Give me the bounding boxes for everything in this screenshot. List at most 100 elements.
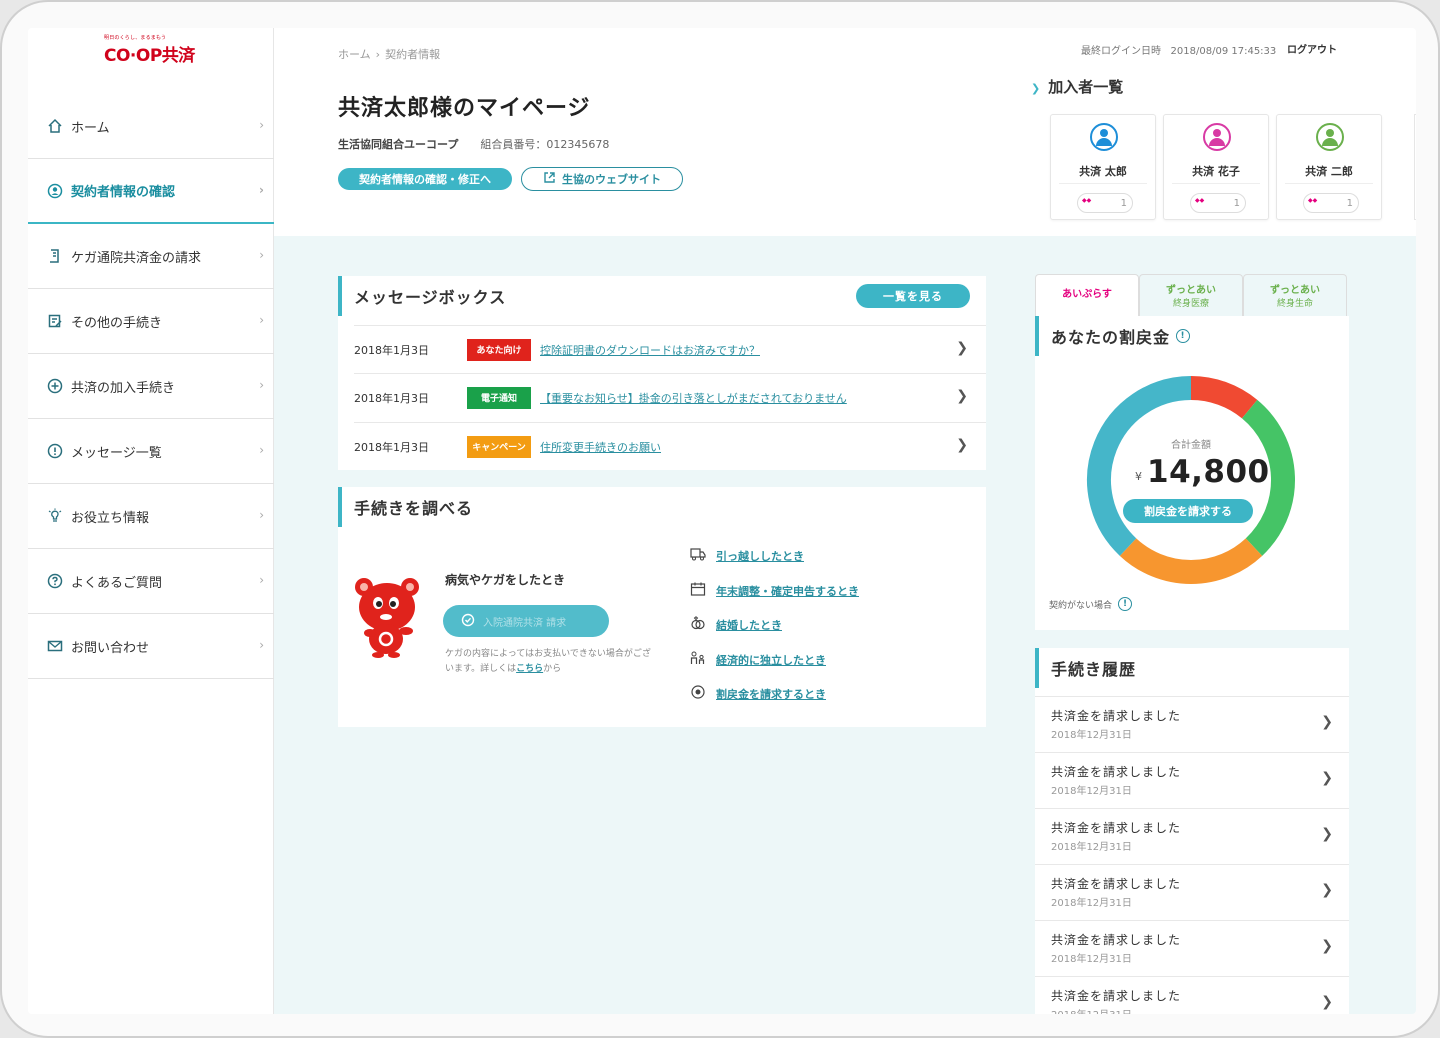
view-all-button[interactable]: 一覧を見る [856,284,970,308]
chevron-right-icon: › [259,313,264,327]
total-label: 合計金額 [1171,440,1211,451]
members-title-text: 加入者一覧 [1048,78,1124,96]
sidebar-item-useful-info[interactable]: お役立ち情報 › [28,484,274,549]
coop-website-button[interactable]: 生協のウェブサイト [521,167,683,191]
procedure-link-moving[interactable]: 引っ越ししたとき [690,539,859,574]
tab-zuttoai-medical[interactable]: ずっとあい 終身医療 [1139,274,1243,316]
history-text: 共済金を請求しました [1051,933,1182,947]
message-link[interactable]: 住所変更手続きのお願い [540,439,661,455]
history-date: 2018年12月31日 [1051,730,1132,741]
breadcrumb-separator: › [375,48,381,61]
tab-zuttoai-life[interactable]: ずっとあい 終身生命 [1243,274,1347,316]
member-number: 組合員番号：012345678 [480,138,610,151]
history-date: 2018年12月31日 [1051,1006,1132,1014]
coop-logo[interactable]: 明日のくらし、まるまもう CO·OP共済 [104,34,200,66]
history-date: 2018年12月31日 [1051,842,1132,853]
avatar-icon [1090,123,1118,151]
edit-contract-button[interactable]: 契約者情報の確認・修正へ [338,168,512,190]
page-header: ホーム › 契約者情報 最終ログイン日時 2018/08/09 17:45:33 ロ… [274,28,1416,236]
member-card-partial[interactable] [1414,114,1416,220]
sidebar-item-join[interactable]: 共済の加入手続き › [28,354,274,419]
divider [1285,183,1373,184]
history-row[interactable]: 共済金を請求しました 2018年12月31日 ❯ [1035,864,1349,920]
history-row[interactable]: 共済金を請求しました 2018年12月31日 ❯ [1035,976,1349,1014]
procedure-link-independence[interactable]: 経済的に独立したとき [690,643,859,678]
chevron-right-icon: ❯ [1321,882,1333,898]
claim-note-tail: から [543,664,562,674]
refund-panel: あなたの割戻金 ! 合計金額 ¥ 14,800 割戻金を請求する 契約がない場合… [1035,316,1349,630]
message-tag: あなた向け [467,338,531,361]
chevron-right-icon: ❯ [1321,770,1333,786]
history-text: 共済金を請求しました [1051,765,1182,779]
user-circle-icon [46,182,64,200]
procedure-link-label: 経済的に独立したとき [716,653,826,667]
member-name: 共済 二郎 [1305,165,1353,178]
info-icon[interactable]: ! [1118,597,1133,611]
message-link[interactable]: 控除証明書のダウンロードはお済みですか？ [540,342,760,358]
member-card[interactable]: 共済 花子 ◆◆ 1 [1163,114,1269,220]
info-icon[interactable]: ! [1176,329,1191,343]
chevron-right-icon: › [259,638,264,652]
history-title: 手続き履歴 [1051,660,1137,679]
sidebar-item-injury-claim[interactable]: ケガ通院共済金の請求 › [28,224,274,289]
sidebar-item-label: その他の手続き [71,315,163,331]
tab-label: あいぷらす [1062,289,1112,300]
history-text: 共済金を請求しました [1051,877,1182,891]
donut-center: 合計金額 ¥ 14,800 割戻金を請求する [1081,370,1301,590]
history-row[interactable]: 共済金を請求しました 2018年12月31日 ❯ [1035,920,1349,976]
sidebar-item-contract-info[interactable]: 契約者情報の確認 › [28,159,274,224]
procedures-title: 手続きを調べる [354,499,474,518]
chevron-right-icon: › [259,443,264,457]
breadcrumb-home[interactable]: ホーム [338,48,371,61]
message-date: 2018年1月3日 [354,391,429,405]
sidebar-item-messages[interactable]: メッセージ一覧 › [28,419,274,484]
plan-count: 1 [1346,197,1353,209]
message-row[interactable]: 2018年1月3日 キャンペーン 住所変更手続きのお願い ❯ [354,422,986,470]
message-box: メッセージボックス 一覧を見る 2018年1月3日 あなた向け 控除証明書のダウ… [338,276,986,470]
logout-link[interactable]: ログアウト [1287,41,1337,56]
message-box-title: メッセージボックス [354,288,507,307]
chevron-right-icon: ❯ [1321,714,1333,730]
member-name: 共済 太郎 [1079,165,1127,178]
chevron-right-icon: › [259,248,264,262]
sidebar-item-other-procedures[interactable]: その他の手続き › [28,289,274,354]
procedure-link-refund[interactable]: 割戻金を請求するとき [690,677,859,712]
divider [1172,183,1260,184]
plan-logo-icon: ◆◆ [1082,197,1092,204]
history-row[interactable]: 共済金を請求しました 2018年12月31日 ❯ [1035,696,1349,752]
sidebar-nav: ホーム › 契約者情報の確認 › ケガ通院共済金の請求 › その他の手続き › … [28,94,274,679]
claim-refund-button[interactable]: 割戻金を請求する [1123,499,1253,523]
procedure-link-tax[interactable]: 年末調整・確定申告するとき [690,574,859,609]
screen: 明日のくらし、まるまもう CO·OP共済 ホーム › 契約者情報の確認 › ケガ… [28,28,1416,1014]
history-date: 2018年12月31日 [1051,898,1132,909]
refund-title: あなたの割戻金 [1051,328,1171,347]
mail-icon [46,637,64,655]
last-login-time: 2018/08/09 17:45:33 [1170,46,1277,57]
sidebar-item-home[interactable]: ホーム › [28,94,274,159]
history-header: 手続き履歴 [1035,648,1349,688]
chevron-right-icon: ❯ [1321,826,1333,842]
sidebar-item-faq[interactable]: よくあるご質問 › [28,549,274,614]
total-amount: 14,800 [1147,454,1270,490]
message-row[interactable]: 2018年1月3日 あなた向け 控除証明書のダウンロードはお済みですか？ ❯ [354,325,986,373]
claim-note-link[interactable]: こちら [516,664,543,674]
sidebar-item-label: メッセージ一覧 [71,445,162,461]
message-link[interactable]: 【重要なお知らせ】掛金の引き落としがまだされておりません [540,390,847,406]
member-card[interactable]: 共済 太郎 ◆◆ 1 [1050,114,1156,220]
sidebar-item-label: お役立ち情報 [71,510,150,526]
history-date: 2018年12月31日 [1051,954,1132,965]
breadcrumb-current: 契約者情報 [385,48,441,61]
history-row[interactable]: 共済金を請求しました 2018年12月31日 ❯ [1035,752,1349,808]
procedure-link-marriage[interactable]: 結婚したとき [690,608,859,643]
message-row[interactable]: 2018年1月3日 電子通知 【重要なお知らせ】掛金の引き落としがまだされており… [354,373,986,421]
procedure-links: 引っ越ししたとき 年末調整・確定申告するとき 結婚したとき 経済的に独立したとき… [690,539,859,712]
member-card[interactable]: 共済 二郎 ◆◆ 1 [1276,114,1382,220]
tab-aiplus[interactable]: あいぷらす [1035,274,1139,316]
sidebar-item-contact[interactable]: お問い合わせ › [28,614,274,679]
check-circle-icon [461,613,475,630]
member-name: 共済 花子 [1192,165,1240,178]
chevron-right-icon: › [259,378,264,392]
coin-icon [690,685,708,703]
history-row[interactable]: 共済金を請求しました 2018年12月31日 ❯ [1035,808,1349,864]
hospital-claim-button[interactable]: 入院通院共済 請求 [443,605,609,637]
